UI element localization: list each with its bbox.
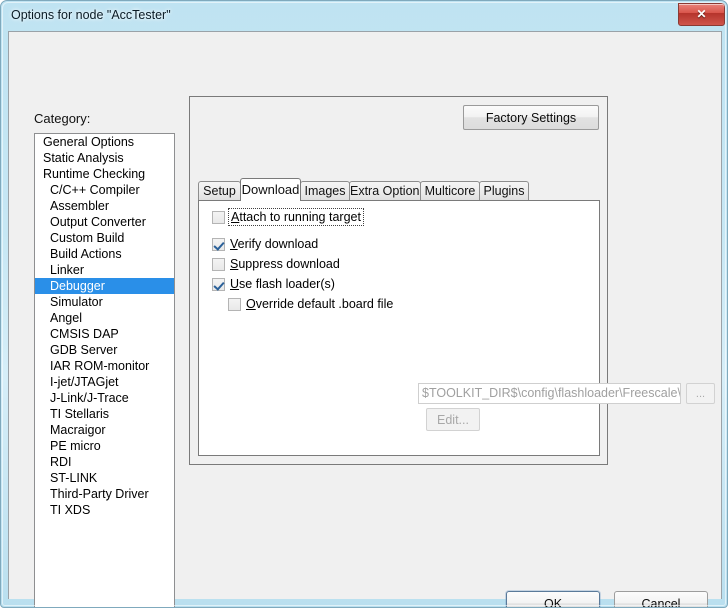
- category-item-j-link-j-trace[interactable]: J-Link/J-Trace: [35, 390, 174, 406]
- category-item-label: PE micro: [50, 439, 101, 453]
- dialog-client-area: Category: General Options Static Analysis…: [8, 31, 722, 607]
- category-item-i-jet-jtagjet[interactable]: I-jet/JTAGjet: [35, 374, 174, 390]
- category-item-build-actions[interactable]: Build Actions: [35, 246, 174, 262]
- tab-extra-options[interactable]: Extra Options: [349, 181, 426, 200]
- category-item-label: Macraigor: [50, 423, 106, 437]
- board-file-path-input[interactable]: $TOOLKIT_DIR$\config\flashloader\Freesca…: [418, 383, 681, 404]
- tab-label: Multicore: [424, 184, 476, 198]
- category-item-c-c-compiler[interactable]: C/C++ Compiler: [35, 182, 174, 198]
- category-item-gdb-server[interactable]: GDB Server: [35, 342, 174, 358]
- category-item-label: Assembler: [50, 199, 110, 213]
- category-item-label: General Options: [43, 135, 135, 149]
- download-tab-page: Attach to running target Verify download S…: [198, 200, 600, 456]
- tab-label: Plugins: [483, 184, 525, 198]
- checkbox-suppress-download[interactable]: [212, 257, 225, 271]
- category-item-cmsis-dap[interactable]: CMSIS DAP: [35, 326, 174, 342]
- category-item-macraigor[interactable]: Macraigor: [35, 422, 174, 438]
- tab-download[interactable]: Download: [240, 178, 301, 201]
- checkbox-attach-to-running-target[interactable]: [212, 210, 225, 224]
- category-item-label: Static Analysis: [43, 151, 124, 165]
- category-item-label: IAR ROM-monitor: [50, 359, 150, 373]
- checkbox-row-suppress-download[interactable]: Suppress download: [212, 257, 340, 271]
- category-item-angel[interactable]: Angel: [35, 310, 174, 326]
- category-item-ti-stellaris[interactable]: TI Stellaris: [35, 406, 174, 422]
- category-item-linker[interactable]: Linker: [35, 262, 174, 278]
- factory-settings-button[interactable]: Factory Settings: [463, 105, 599, 130]
- title-bar: Options for node "AccTester" ✕: [1, 1, 727, 31]
- category-item-third-party-driver[interactable]: Third-Party Driver: [35, 486, 174, 502]
- checkbox-override-default-board-file[interactable]: [228, 297, 241, 311]
- options-panel: Factory Settings Setup Download Images Extr…: [189, 96, 715, 465]
- category-item-assembler[interactable]: Assembler: [35, 198, 174, 214]
- category-item-label: RDI: [50, 455, 72, 469]
- category-item-label: I-jet/JTAGjet: [50, 375, 119, 389]
- checkbox-row-override-default-board-file[interactable]: Override default .board file: [228, 297, 393, 311]
- category-listbox[interactable]: General Options Static Analysis Runtime Ch…: [34, 133, 175, 607]
- category-item-simulator[interactable]: Simulator: [35, 294, 174, 310]
- options-dialog-window: Options for node "AccTester" ✕ Category:…: [0, 0, 728, 608]
- category-item-label: Third-Party Driver: [50, 487, 149, 501]
- category-item-label: Runtime Checking: [43, 167, 146, 181]
- category-item-label: CMSIS DAP: [50, 327, 119, 341]
- browse-board-file-button[interactable]: ...: [686, 383, 715, 404]
- tab-multicore[interactable]: Multicore: [420, 181, 480, 200]
- checkbox-row-verify-download[interactable]: Verify download: [212, 237, 318, 251]
- category-item-label: TI Stellaris: [50, 407, 110, 421]
- checkbox-label-use-flash-loaders: Use flash loader(s): [230, 277, 335, 291]
- checkbox-row-attach-to-running-target[interactable]: Attach to running target: [212, 208, 364, 226]
- category-item-label: ST-LINK: [50, 471, 98, 485]
- checkbox-use-flash-loaders[interactable]: [212, 277, 225, 291]
- window-title: Options for node "AccTester": [11, 8, 171, 22]
- tab-label: Images: [304, 184, 346, 198]
- category-item-runtime-checking[interactable]: Runtime Checking: [35, 166, 174, 182]
- category-item-output-converter[interactable]: Output Converter: [35, 214, 174, 230]
- category-item-rdi[interactable]: RDI: [35, 454, 174, 470]
- checkbox-label-override-default-board-file: Override default .board file: [246, 297, 394, 311]
- category-item-debugger[interactable]: Debugger: [35, 278, 174, 294]
- category-item-iar-rom-monitor[interactable]: IAR ROM-monitor: [35, 358, 174, 374]
- checkbox-verify-download[interactable]: [212, 237, 225, 251]
- tab-images[interactable]: Images: [300, 181, 350, 200]
- category-item-general-options[interactable]: General Options: [35, 134, 174, 150]
- category-item-label: TI XDS: [50, 503, 91, 517]
- category-item-label: Linker: [50, 263, 85, 277]
- category-item-label: Custom Build: [50, 231, 125, 245]
- category-item-st-link[interactable]: ST-LINK: [35, 470, 174, 486]
- category-item-label: C/C++ Compiler: [50, 183, 140, 197]
- category-item-label: Debugger: [50, 279, 105, 293]
- category-item-label: J-Link/J-Trace: [50, 391, 129, 405]
- checkbox-label-attach-to-running-target: Attach to running target: [228, 208, 364, 226]
- edit-board-file-button[interactable]: Edit...: [426, 408, 480, 431]
- category-item-label: GDB Server: [50, 343, 118, 357]
- category-item-custom-build[interactable]: Custom Build: [35, 230, 174, 246]
- close-button[interactable]: ✕: [678, 3, 725, 26]
- checkbox-label-suppress-download: Suppress download: [230, 257, 340, 271]
- close-icon: ✕: [696, 7, 707, 21]
- category-label: Category:: [34, 111, 91, 126]
- tab-label: Setup: [203, 184, 236, 198]
- category-item-static-analysis[interactable]: Static Analysis: [35, 150, 174, 166]
- category-item-pe-micro[interactable]: PE micro: [35, 438, 174, 454]
- checkbox-label-verify-download: Verify download: [230, 237, 319, 251]
- tab-label: Extra Options: [350, 184, 426, 198]
- tab-plugins[interactable]: Plugins: [479, 181, 529, 200]
- tab-label: Download: [241, 182, 300, 197]
- category-item-label: Output Converter: [50, 215, 146, 229]
- category-item-label: Simulator: [50, 295, 103, 309]
- tab-setup[interactable]: Setup: [198, 181, 241, 200]
- ok-button[interactable]: OK: [506, 591, 600, 607]
- category-item-label: Build Actions: [50, 247, 122, 261]
- category-item-label: Angel: [50, 311, 82, 325]
- cancel-button[interactable]: Cancel: [614, 591, 708, 607]
- category-item-ti-xds[interactable]: TI XDS: [35, 502, 174, 518]
- checkbox-row-use-flash-loaders[interactable]: Use flash loader(s): [212, 277, 335, 291]
